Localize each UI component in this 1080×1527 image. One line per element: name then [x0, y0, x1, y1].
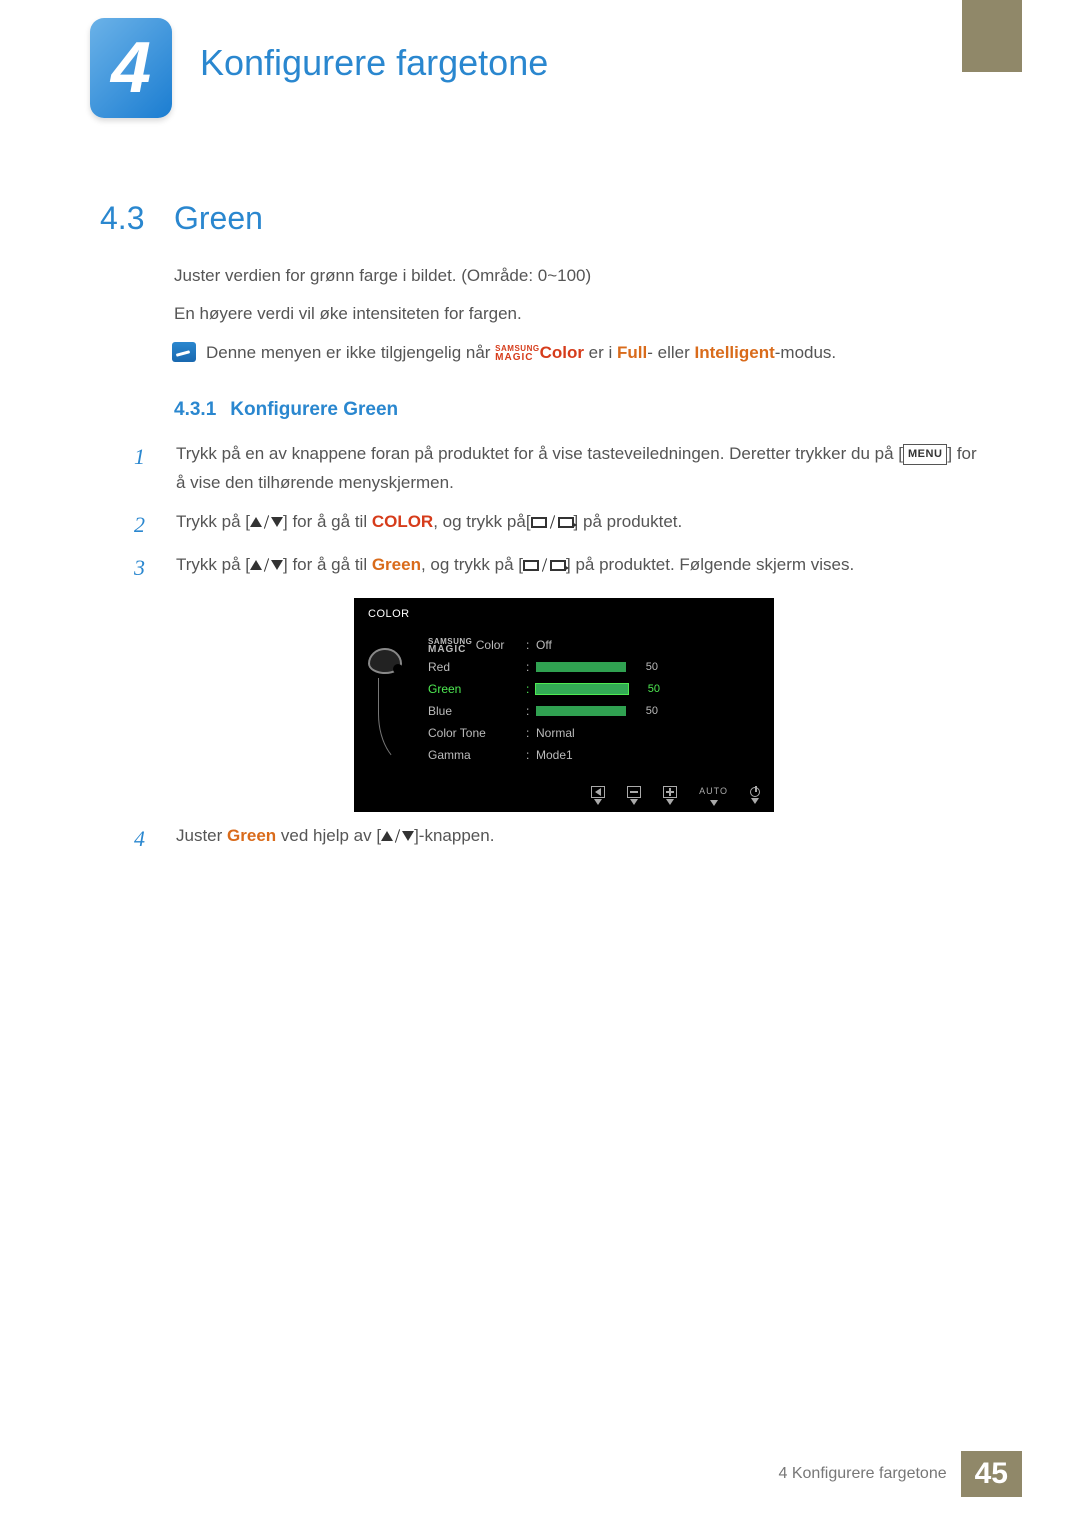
section-heading: 4.3 Green	[100, 200, 980, 237]
intro-paragraph-1: Juster verdien for grønn farge i bildet.…	[174, 263, 980, 289]
menu-button-label: MENU	[903, 444, 947, 465]
note-icon	[172, 342, 196, 362]
footer-page-number: 45	[961, 1451, 1022, 1497]
osd-minus-icon	[627, 786, 641, 805]
up-down-icon	[250, 558, 283, 572]
step-1: 1 Trykk på en av knappene foran på produ…	[134, 440, 980, 498]
osd-row-red: Red: 50	[428, 656, 760, 678]
osd-bottom-controls: AUTO	[591, 785, 760, 806]
step-3: 3 Trykk på [] for å gå til Green, og try…	[134, 551, 980, 584]
up-down-icon	[250, 515, 283, 529]
subsection-number: 4.3.1	[174, 396, 216, 425]
osd-row-green: Green: 50	[428, 678, 760, 700]
osd-screenshot: COLOR SAMSUNGMAGIC Color : Off Red: 50	[354, 598, 774, 812]
enter-icon	[531, 515, 574, 529]
osd-row-color-tone: Color Tone: Normal	[428, 722, 760, 744]
osd-palette-icon	[368, 634, 414, 766]
osd-row-magic-color: SAMSUNGMAGIC Color : Off	[428, 634, 760, 656]
note-text: Denne menyen er ikke tilgjengelig når SA…	[206, 340, 836, 366]
page-footer: 4 Konfigurere fargetone 45	[765, 1451, 1023, 1497]
section-body: Juster verdien for grønn farge i bildet.…	[174, 263, 980, 855]
osd-row-gamma: Gamma: Mode1	[428, 744, 760, 766]
osd-auto: AUTO	[699, 785, 728, 806]
subsection-heading: 4.3.1 Konfigurere Green	[174, 396, 980, 425]
chapter-title: Konfigurere fargetone	[200, 42, 548, 84]
steps-list: 1 Trykk på en av knappene foran på produ…	[134, 440, 980, 584]
osd-menu-list: SAMSUNGMAGIC Color : Off Red: 50 Green: …	[428, 634, 760, 766]
osd-plus-icon	[663, 786, 677, 805]
footer-chapter-label: 4 Konfigurere fargetone	[765, 1451, 961, 1497]
note: Denne menyen er ikke tilgjengelig når SA…	[172, 340, 980, 366]
section-title: Green	[174, 200, 263, 237]
osd-power-icon	[750, 787, 760, 804]
osd-back-icon	[591, 786, 605, 805]
page-header: 4 Konfigurere fargetone	[0, 0, 1080, 130]
section-number: 4.3	[100, 200, 146, 237]
subsection-title: Konfigurere Green	[230, 396, 398, 425]
step-4: 4 Juster Green ved hjelp av []-knappen.	[134, 822, 980, 855]
enter-icon	[523, 558, 566, 572]
step-2: 2 Trykk på [] for å gå til COLOR, og try…	[134, 508, 980, 541]
osd-row-blue: Blue: 50	[428, 700, 760, 722]
intro-paragraph-2: En høyere verdi vil øke intensiteten for…	[174, 301, 980, 327]
chapter-number-badge: 4	[90, 18, 172, 118]
page-content: 4.3 Green Juster verdien for grønn farge…	[0, 130, 1080, 855]
up-down-icon	[381, 829, 414, 843]
steps-list-continued: 4 Juster Green ved hjelp av []-knappen.	[134, 822, 980, 855]
osd-title: COLOR	[368, 606, 760, 623]
